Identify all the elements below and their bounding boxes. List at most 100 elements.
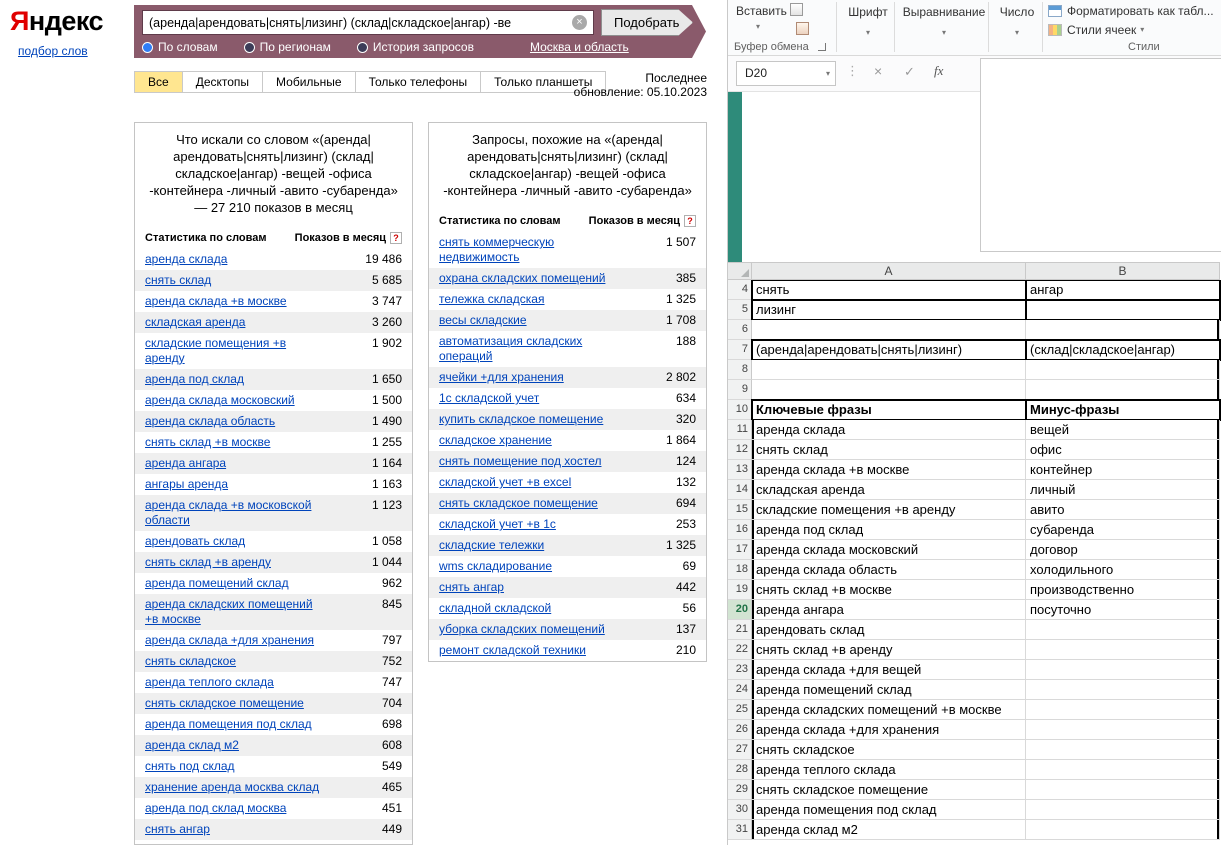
help-icon[interactable]: ? bbox=[684, 215, 696, 227]
keyword-link[interactable]: арендовать склад bbox=[145, 534, 245, 549]
copy-icon[interactable] bbox=[790, 3, 803, 16]
cell-A10[interactable]: Ключевые фразы bbox=[751, 399, 1027, 421]
cell-B17[interactable]: договор bbox=[1026, 540, 1220, 560]
cell-B22[interactable] bbox=[1026, 640, 1220, 660]
keyword-link[interactable]: снять склад +в москве bbox=[145, 435, 270, 450]
cell-B7[interactable]: (склад|складское|ангар) bbox=[1025, 339, 1221, 361]
cell-A13[interactable]: аренда склада +в москве bbox=[752, 460, 1026, 480]
cell-A17[interactable]: аренда склада московский bbox=[752, 540, 1026, 560]
cell-B31[interactable] bbox=[1026, 820, 1220, 840]
row-header-17[interactable]: 17 bbox=[728, 540, 752, 560]
keyword-link[interactable]: охрана складских помещений bbox=[439, 271, 605, 286]
row-header-28[interactable]: 28 bbox=[728, 760, 752, 780]
cell-B14[interactable]: личный bbox=[1026, 480, 1220, 500]
mode-istoriya-zaprosov[interactable]: История запросов bbox=[356, 40, 474, 54]
cell-A26[interactable]: аренда склада +для хранения bbox=[752, 720, 1026, 740]
row-header-27[interactable]: 27 bbox=[728, 740, 752, 760]
cell-styles-button[interactable]: Стили ячеек ▾ bbox=[1048, 21, 1220, 38]
keyword-link[interactable]: аренда склада +в московской области bbox=[145, 498, 323, 528]
confirm-entry-icon[interactable]: ✓ bbox=[904, 64, 915, 80]
cell-B27[interactable] bbox=[1026, 740, 1220, 760]
cell-B12[interactable]: офис bbox=[1026, 440, 1220, 460]
row-header-8[interactable]: 8 bbox=[728, 360, 752, 380]
clear-search-icon[interactable]: × bbox=[572, 15, 587, 30]
cell-B19[interactable]: производственно bbox=[1026, 580, 1220, 600]
cell-B9[interactable] bbox=[1026, 380, 1220, 400]
keyword-link[interactable]: уборка складских помещений bbox=[439, 622, 605, 637]
cell-B25[interactable] bbox=[1026, 700, 1220, 720]
cell-A21[interactable]: арендовать склад bbox=[752, 620, 1026, 640]
cell-B16[interactable]: субаренда bbox=[1026, 520, 1220, 540]
cell-A16[interactable]: аренда под склад bbox=[752, 520, 1026, 540]
keyword-link[interactable]: снять ангар bbox=[145, 822, 210, 837]
keyword-link[interactable]: wms складирование bbox=[439, 559, 552, 574]
keyword-link[interactable]: снять склад bbox=[145, 273, 211, 288]
podobrat-button[interactable]: Подобрать bbox=[601, 9, 693, 36]
keyword-link[interactable]: снять складское помещение bbox=[145, 696, 304, 711]
tab-tolko-telefony[interactable]: Только телефоны bbox=[354, 71, 482, 93]
keyword-link[interactable]: ячейки +для хранения bbox=[439, 370, 564, 385]
row-header-13[interactable]: 13 bbox=[728, 460, 752, 480]
cell-A19[interactable]: снять склад +в москве bbox=[752, 580, 1026, 600]
row-header-25[interactable]: 25 bbox=[728, 700, 752, 720]
keyword-link[interactable]: снять складское bbox=[145, 654, 236, 669]
keyword-link[interactable]: аренда помещений склад bbox=[145, 576, 289, 591]
select-all-button[interactable] bbox=[728, 262, 752, 280]
number-group-button[interactable]: Число ▾ bbox=[994, 5, 1040, 37]
formula-input[interactable] bbox=[980, 58, 1221, 252]
row-header-16[interactable]: 16 bbox=[728, 520, 752, 540]
keyword-link[interactable]: складские тележки bbox=[439, 538, 544, 553]
keyword-link[interactable]: складские помещения +в аренду bbox=[145, 336, 323, 366]
format-painter-icon[interactable] bbox=[796, 22, 809, 35]
format-as-table-button[interactable]: Форматировать как табл... bbox=[1048, 2, 1220, 19]
cell-B10[interactable]: Минус-фразы bbox=[1025, 399, 1221, 421]
row-header-15[interactable]: 15 bbox=[728, 500, 752, 520]
keyword-link[interactable]: снять помещение под хостел bbox=[439, 454, 601, 469]
keyword-link[interactable]: ангары аренда bbox=[145, 477, 228, 492]
keyword-link[interactable]: снять склад +в аренду bbox=[145, 555, 271, 570]
keyword-link[interactable]: ремонт складской техники bbox=[439, 643, 586, 658]
cell-A20[interactable]: аренда ангара bbox=[752, 600, 1026, 620]
row-header-12[interactable]: 12 bbox=[728, 440, 752, 460]
cell-A12[interactable]: снять склад bbox=[752, 440, 1026, 460]
keyword-link[interactable]: весы складские bbox=[439, 313, 527, 328]
row-header-19[interactable]: 19 bbox=[728, 580, 752, 600]
column-header-A[interactable]: A bbox=[752, 262, 1026, 280]
cell-A7[interactable]: (аренда|арендовать|снять|лизинг) bbox=[751, 339, 1027, 361]
column-header-B[interactable]: B bbox=[1026, 262, 1220, 280]
cell-A27[interactable]: снять складское bbox=[752, 740, 1026, 760]
cell-A22[interactable]: снять склад +в аренду bbox=[752, 640, 1026, 660]
cell-B29[interactable] bbox=[1026, 780, 1220, 800]
row-header-10[interactable]: 10 bbox=[728, 400, 752, 420]
cell-A15[interactable]: складские помещения +в аренду bbox=[752, 500, 1026, 520]
cell-B30[interactable] bbox=[1026, 800, 1220, 820]
cell-A24[interactable]: аренда помещений склад bbox=[752, 680, 1026, 700]
cell-A23[interactable]: аренда склада +для вещей bbox=[752, 660, 1026, 680]
row-header-26[interactable]: 26 bbox=[728, 720, 752, 740]
cell-A11[interactable]: аренда склада bbox=[752, 420, 1026, 440]
keyword-link[interactable]: снять коммерческую недвижимость bbox=[439, 235, 617, 265]
row-header-18[interactable]: 18 bbox=[728, 560, 752, 580]
keyword-link[interactable]: аренда склада bbox=[145, 252, 227, 267]
cell-A4[interactable]: снять bbox=[751, 280, 1027, 301]
keyword-link[interactable]: складская аренда bbox=[145, 315, 245, 330]
keyword-link[interactable]: складской учет +в excel bbox=[439, 475, 571, 490]
cell-A30[interactable]: аренда помещения под склад bbox=[752, 800, 1026, 820]
tab-desktopy[interactable]: Десктопы bbox=[181, 71, 264, 93]
row-header-6[interactable]: 6 bbox=[728, 320, 752, 340]
help-icon[interactable]: ? bbox=[390, 232, 402, 244]
tab-mobilnye[interactable]: Мобильные bbox=[262, 71, 356, 93]
cell-A14[interactable]: складская аренда bbox=[752, 480, 1026, 500]
row-header-20[interactable]: 20 bbox=[728, 600, 752, 620]
cell-A29[interactable]: снять складское помещение bbox=[752, 780, 1026, 800]
row-header-5[interactable]: 5 bbox=[728, 300, 752, 320]
cell-A28[interactable]: аренда теплого склада bbox=[752, 760, 1026, 780]
formula-bar-handle[interactable]: ⋮ bbox=[846, 63, 859, 79]
keyword-link[interactable]: аренда ангара bbox=[145, 456, 226, 471]
cell-B20[interactable]: посуточно bbox=[1026, 600, 1220, 620]
paste-dropdown-icon[interactable]: ▾ bbox=[756, 22, 760, 31]
row-header-29[interactable]: 29 bbox=[728, 780, 752, 800]
cell-A31[interactable]: аренда склад м2 bbox=[752, 820, 1026, 840]
keyword-link[interactable]: складское хранение bbox=[439, 433, 552, 448]
keyword-link[interactable]: аренда склада область bbox=[145, 414, 275, 429]
